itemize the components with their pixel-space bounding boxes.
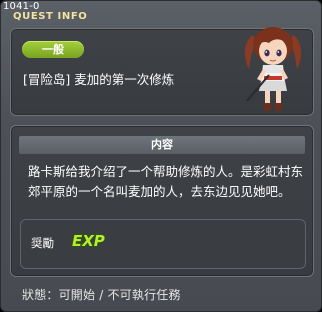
exp-icon: EXP bbox=[71, 231, 105, 250]
reward-label: 奨勵 bbox=[31, 236, 54, 250]
content-section-header: 内容 bbox=[19, 136, 305, 154]
window-title: QUEST INFO bbox=[13, 11, 88, 22]
quest-category-badge: 一般 bbox=[22, 41, 84, 58]
quest-info-window: 1041-0 QUEST INFO 一般 [冒险岛] 麦加的第一次修炼 内容 路… bbox=[0, 0, 322, 312]
quest-summary-panel: 一般 [冒险岛] 麦加的第一次修炼 bbox=[10, 27, 314, 116]
exp-icon-text: EXP bbox=[72, 232, 105, 250]
reward-box: 奨勵 EXP bbox=[20, 219, 306, 269]
quest-description: 路卡斯给我介绍了一个帮助修炼的人。是彩虹村东郊平原的一个名叫麦加的人，去东边见见… bbox=[28, 164, 304, 199]
quest-status: 狀態：可開始 / 不可執行任務 bbox=[22, 288, 181, 302]
npc-character-portrait bbox=[244, 27, 302, 111]
quest-content-panel: 内容 路卡斯给我介绍了一个帮助修炼的人。是彩虹村东郊平原的一个名叫麦加的人，去东… bbox=[10, 125, 314, 277]
quest-name: [冒险岛] 麦加的第一次修炼 bbox=[23, 72, 175, 87]
